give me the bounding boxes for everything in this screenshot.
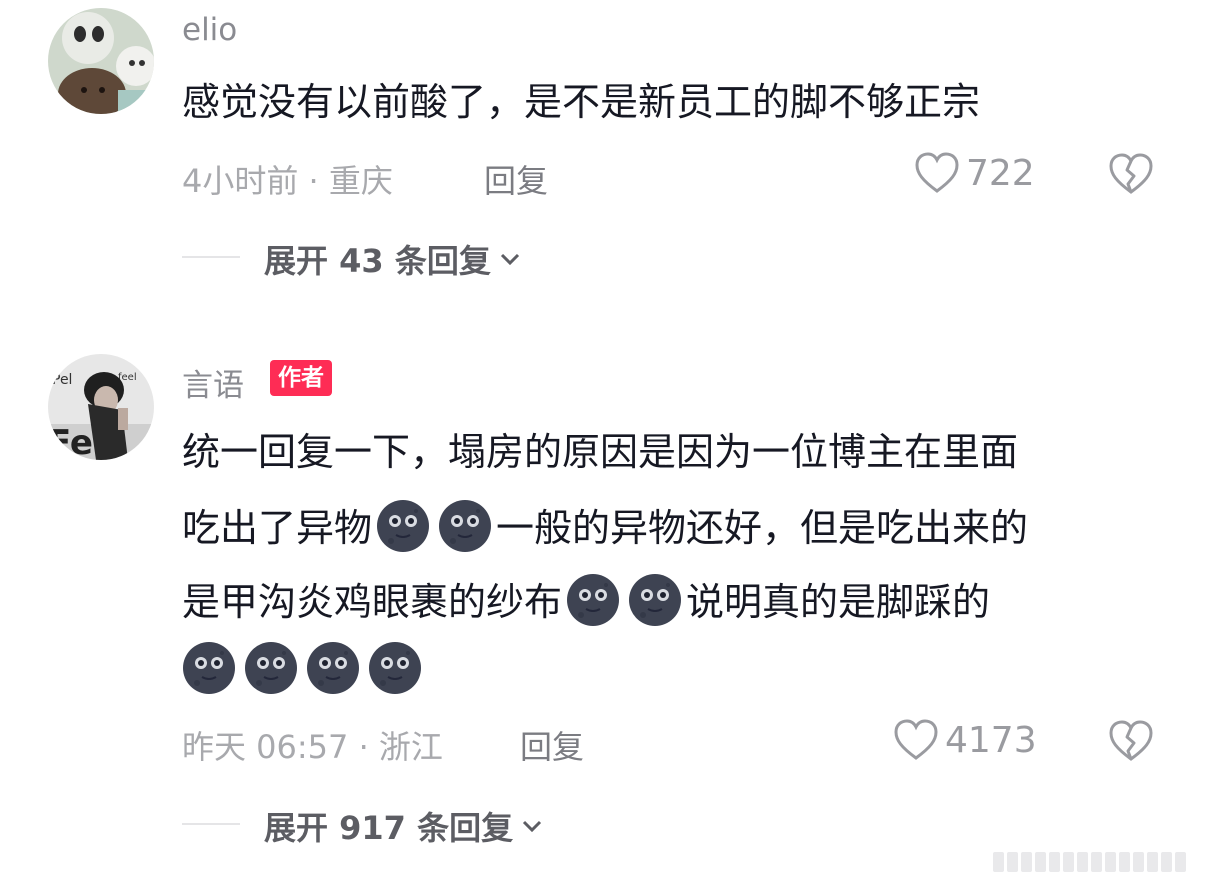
comment-text-line-3: 是甲沟炎鸡眼裹的纱布 说明真的是脚踩的	[182, 564, 1172, 640]
comment-text: 感觉没有以前酸了，是不是新员工的脚不够正宗	[182, 80, 981, 124]
divider	[182, 823, 240, 825]
dark-moon-face-emoji	[376, 499, 430, 553]
dark-moon-face-emoji	[628, 573, 682, 627]
comment-text: 说明真的是脚踩的	[686, 580, 991, 624]
dark-moon-face-emoji	[438, 499, 492, 553]
heart-outline-icon	[894, 719, 938, 760]
username[interactable]: 言语	[182, 360, 244, 405]
comment-text: 吃出了异物	[182, 506, 373, 550]
comment-text: 统一回复一下，塌房的原因是因为一位博主在里面	[182, 430, 1019, 474]
author-badge: 作者	[270, 360, 332, 396]
svg-text:Fe: Fe	[48, 423, 93, 460]
svg-text:Pel: Pel	[52, 372, 72, 388]
comment-text: 一般的异物还好，但是吃出来的	[496, 506, 1029, 550]
heart-outline-icon	[915, 152, 959, 193]
like-count: 4173	[945, 719, 1037, 761]
comment-text-line-4	[182, 632, 1172, 708]
dark-moon-face-emoji	[368, 641, 422, 695]
reply-button[interactable]: 回复	[484, 156, 548, 202]
dark-moon-face-emoji	[306, 641, 360, 695]
dislike-button[interactable]	[1108, 152, 1154, 200]
expand-replies-button[interactable]: 展开 917 条回复	[264, 803, 543, 849]
dislike-button[interactable]	[1108, 719, 1154, 767]
avatar[interactable]	[48, 8, 154, 114]
comment-time-location: 昨天 06:57 · 浙江	[182, 728, 443, 766]
like-button[interactable]: 722	[914, 151, 1035, 195]
dark-moon-face-emoji	[566, 573, 620, 627]
dark-moon-face-emoji	[182, 641, 236, 695]
comment-time-location: 4小时前 · 重庆	[182, 162, 393, 200]
chevron-down-icon	[523, 820, 542, 833]
avatar[interactable]: Pel feel Fe	[48, 354, 154, 460]
expand-replies-label: 展开 917 条回复	[264, 809, 514, 847]
reply-button[interactable]: 回复	[520, 722, 584, 768]
comment-text-line-2: 吃出了异物 一般的异物还好，但是吃出来的	[182, 490, 1172, 566]
broken-heart-icon	[1109, 720, 1153, 761]
expand-replies-button[interactable]: 展开 43 条回复	[264, 236, 521, 282]
watermark	[993, 852, 1186, 872]
divider	[182, 256, 240, 258]
like-button[interactable]: 4173	[893, 718, 1037, 762]
username[interactable]: elio	[182, 12, 237, 48]
like-count: 722	[966, 152, 1035, 194]
dark-moon-face-emoji	[244, 641, 298, 695]
broken-heart-icon	[1109, 153, 1153, 194]
comment-text-line-1: 统一回复一下，塌房的原因是因为一位博主在里面	[182, 414, 1172, 490]
expand-replies-label: 展开 43 条回复	[264, 242, 491, 280]
chevron-down-icon	[500, 253, 519, 266]
comment-text: 是甲沟炎鸡眼裹的纱布	[182, 580, 563, 624]
